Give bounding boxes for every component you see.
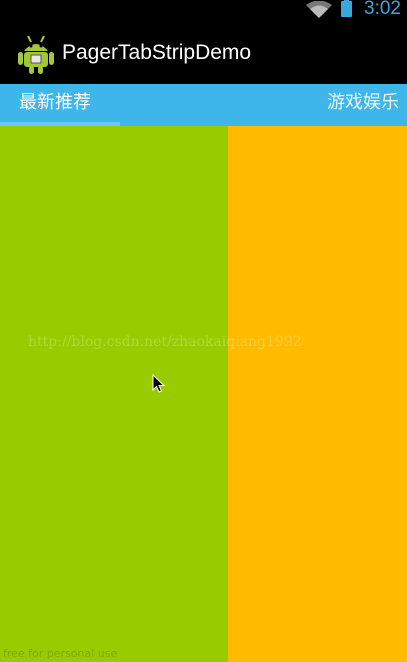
action-bar: PagerTabStripDemo (0, 20, 407, 84)
pager-tab-strip[interactable]: 最新推荐 游戏娱乐 (0, 84, 407, 126)
android-robot-icon[interactable] (18, 34, 54, 74)
tab-games-entertainment[interactable]: 游戏娱乐 (327, 90, 399, 116)
status-clock: 3:02 (364, 0, 401, 19)
orange-page[interactable] (228, 126, 407, 662)
battery-icon (341, 0, 352, 17)
watermark-url: http://blog.csdn.net/zhaokaiqiang1992 (28, 334, 302, 350)
tab-latest-recommendations[interactable]: 最新推荐 (19, 90, 91, 116)
app-title: PagerTabStripDemo (62, 41, 252, 64)
wifi-icon (306, 1, 332, 18)
mouse-pointer-icon (152, 374, 166, 393)
view-pager[interactable]: http://blog.csdn.net/zhaokaiqiang1992 fr… (0, 126, 407, 662)
green-page[interactable] (0, 126, 228, 662)
footer-note: free for personal use (3, 647, 118, 660)
status-bar: 3:02 (0, 0, 407, 20)
